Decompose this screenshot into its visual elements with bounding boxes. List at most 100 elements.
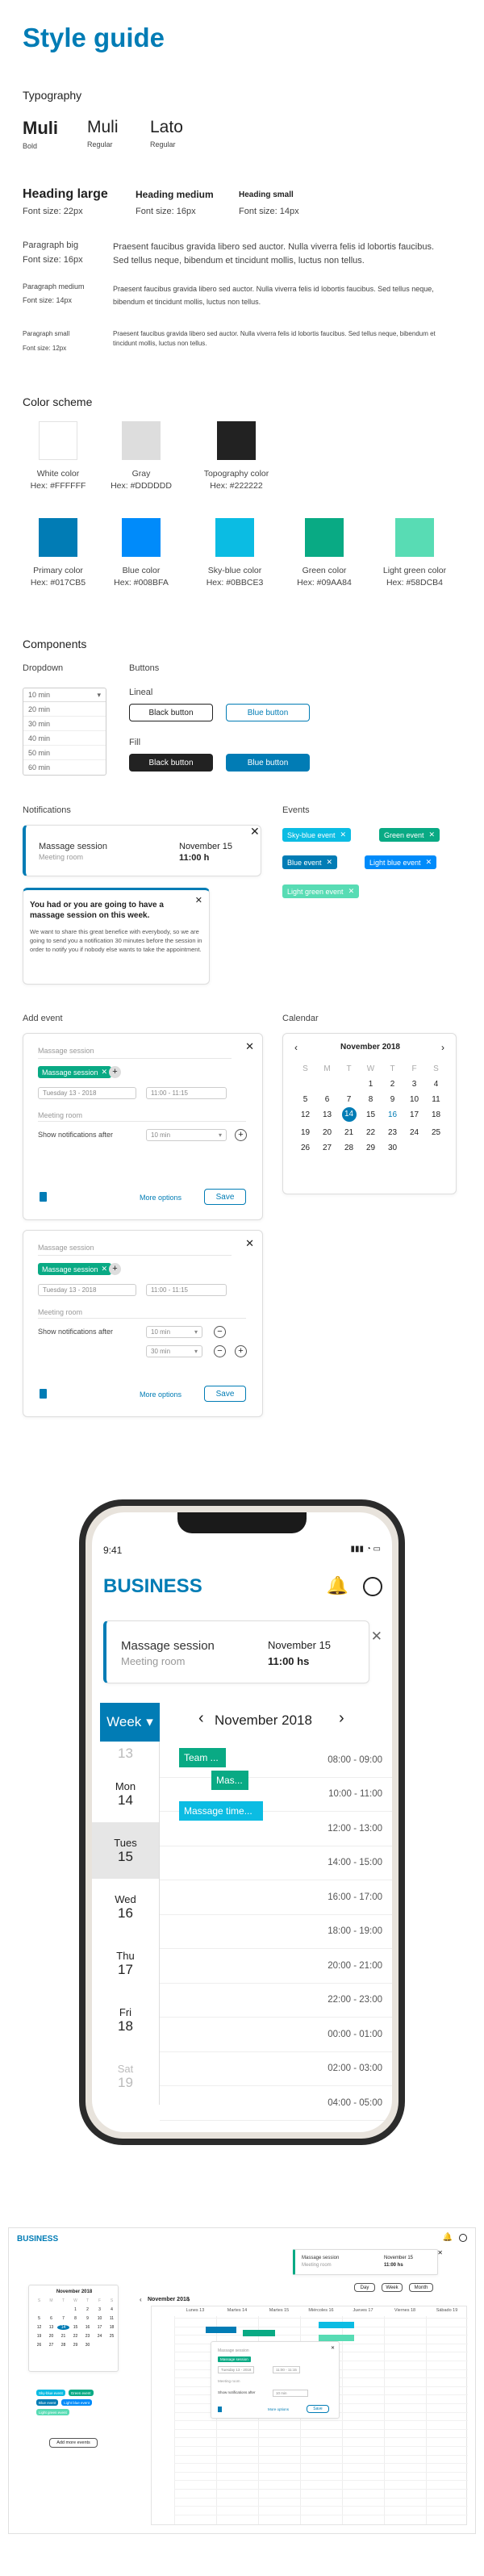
calendar-day[interactable]: 17 bbox=[94, 2325, 106, 2330]
dropdown-option[interactable]: 20 min bbox=[23, 702, 106, 717]
chevron-left-icon[interactable]: ‹ bbox=[140, 2296, 142, 2303]
calendar-day[interactable]: 13 bbox=[45, 2325, 57, 2330]
time-slot[interactable]: 14:00 - 15:00 bbox=[160, 1846, 392, 1880]
phone-event[interactable]: Team ... bbox=[179, 1748, 226, 1767]
save-button[interactable]: Save bbox=[204, 1189, 246, 1205]
calendar-day[interactable]: 23 bbox=[81, 2334, 94, 2339]
time-slot[interactable]: 04:00 - 05:00 bbox=[160, 2086, 392, 2121]
trash-icon[interactable] bbox=[40, 1192, 47, 1202]
calendar-day[interactable]: 7 bbox=[57, 2316, 69, 2321]
desktop-event[interactable] bbox=[319, 2322, 354, 2328]
phone-day[interactable]: Fri 18 bbox=[92, 1992, 160, 2048]
close-icon[interactable]: ✕ bbox=[348, 887, 355, 896]
calendar-day[interactable]: 16 bbox=[382, 1110, 403, 1122]
remove-notification-icon[interactable]: − bbox=[214, 1326, 226, 1338]
close-icon[interactable]: ✕ bbox=[331, 2345, 335, 2351]
calendar-day[interactable]: 3 bbox=[94, 2307, 106, 2312]
chevron-left-icon[interactable]: ‹ bbox=[198, 1709, 204, 1728]
close-icon[interactable]: ✕ bbox=[102, 1068, 108, 1077]
calendar-day[interactable]: 12 bbox=[33, 2325, 45, 2330]
save-button[interactable]: Save bbox=[307, 2405, 329, 2413]
calendar-day[interactable]: 17 bbox=[403, 1110, 425, 1122]
close-icon[interactable]: ✕ bbox=[327, 858, 333, 867]
event-tag[interactable]: Green event bbox=[68, 2390, 94, 2396]
time-slot[interactable]: 18:00 - 19:00 bbox=[160, 1915, 392, 1949]
dropdown-selected[interactable]: 10 min ▾ bbox=[23, 688, 106, 702]
more-options-link[interactable]: More options bbox=[140, 1194, 182, 1202]
view-week-button[interactable]: Week bbox=[382, 2283, 403, 2292]
calendar-day[interactable]: 14 bbox=[57, 2325, 69, 2330]
calendar-day[interactable]: 30 bbox=[382, 1144, 403, 1152]
black-button-fill[interactable]: Black button bbox=[129, 754, 213, 772]
calendar-day[interactable]: 19 bbox=[294, 1128, 316, 1137]
calendar-day[interactable]: 8 bbox=[360, 1095, 382, 1104]
event-tag-green[interactable]: Green event ✕ bbox=[379, 828, 440, 842]
time-field[interactable]: 11:00 - 11:15 bbox=[273, 2366, 300, 2373]
add-icon[interactable]: + bbox=[109, 1263, 121, 1275]
dropdown-option[interactable]: 30 min bbox=[23, 717, 106, 731]
blue-button-lineal[interactable]: Blue button bbox=[226, 704, 310, 721]
event-tag[interactable]: Light blue event bbox=[61, 2399, 93, 2406]
phone-event[interactable]: Mas... bbox=[211, 1771, 248, 1790]
trash-icon[interactable] bbox=[40, 1389, 47, 1399]
calendar-day[interactable]: 6 bbox=[45, 2316, 57, 2321]
close-icon[interactable]: ✕ bbox=[371, 1629, 382, 1645]
bell-icon[interactable]: 🔔 bbox=[443, 2233, 453, 2242]
calendar-day[interactable]: 5 bbox=[294, 1095, 316, 1104]
calendar-day[interactable]: 8 bbox=[69, 2316, 81, 2321]
event-type-chip[interactable]: Massage session ✕ bbox=[38, 1066, 112, 1078]
remove-notification-icon[interactable]: − bbox=[214, 1345, 226, 1357]
calendar-day[interactable]: 28 bbox=[338, 1144, 360, 1152]
calendar-day[interactable]: 29 bbox=[360, 1144, 382, 1152]
save-button[interactable]: Save bbox=[204, 1386, 246, 1402]
phone-day[interactable]: Sat 19 bbox=[92, 2048, 160, 2105]
calendar-day[interactable]: 22 bbox=[360, 1128, 382, 1137]
event-title-input[interactable]: Massage session bbox=[38, 1047, 94, 1055]
calendar-day[interactable]: 9 bbox=[81, 2316, 94, 2321]
date-field[interactable]: Tuesday 13 - 2018 bbox=[38, 1087, 136, 1099]
time-field[interactable]: 11:00 - 11:15 bbox=[146, 1087, 227, 1099]
phone-event[interactable]: Massage time... bbox=[179, 1801, 263, 1821]
view-month-button[interactable]: Month bbox=[409, 2283, 433, 2292]
more-options-link[interactable]: More options bbox=[140, 1390, 182, 1399]
calendar-day[interactable]: 1 bbox=[69, 2307, 81, 2312]
calendar-day[interactable]: 11 bbox=[425, 1095, 447, 1104]
add-notification-icon[interactable]: + bbox=[235, 1345, 247, 1357]
calendar-day[interactable]: 24 bbox=[403, 1128, 425, 1137]
close-icon[interactable]: ✕ bbox=[250, 825, 260, 838]
calendar-day[interactable]: 10 bbox=[403, 1095, 425, 1104]
calendar-day[interactable]: 2 bbox=[382, 1080, 403, 1089]
event-tag-light-blue[interactable]: Light blue event ✕ bbox=[365, 855, 437, 869]
calendar-day[interactable]: 1 bbox=[360, 1080, 382, 1089]
calendar-day[interactable]: 16 bbox=[81, 2325, 94, 2330]
desktop-event[interactable] bbox=[319, 2335, 354, 2341]
calendar-day[interactable]: 29 bbox=[69, 2343, 81, 2348]
calendar-day[interactable]: 26 bbox=[294, 1144, 316, 1152]
calendar-day[interactable]: 27 bbox=[45, 2343, 57, 2348]
time-slot[interactable]: 02:00 - 03:00 bbox=[160, 2052, 392, 2086]
close-icon[interactable]: ✕ bbox=[437, 2249, 443, 2256]
add-icon[interactable]: + bbox=[109, 1066, 121, 1078]
calendar-day[interactable]: 30 bbox=[81, 2343, 94, 2348]
time-field[interactable]: 11:00 - 11:15 bbox=[146, 1284, 227, 1296]
user-icon[interactable] bbox=[459, 2234, 467, 2242]
desktop-event[interactable] bbox=[243, 2330, 275, 2336]
phone-day[interactable]: 13 bbox=[92, 1742, 160, 1766]
time-slot[interactable]: 20:00 - 21:00 bbox=[160, 1949, 392, 1984]
calendar-day[interactable]: 21 bbox=[57, 2334, 69, 2339]
calendar-day[interactable]: 4 bbox=[425, 1080, 447, 1089]
calendar-day[interactable]: 2 bbox=[81, 2307, 94, 2312]
calendar-day[interactable]: 6 bbox=[316, 1095, 338, 1104]
close-icon[interactable]: ✕ bbox=[102, 1265, 108, 1273]
close-icon[interactable]: ✕ bbox=[245, 1237, 254, 1250]
dropdown-option[interactable]: 40 min bbox=[23, 731, 106, 746]
close-icon[interactable]: ✕ bbox=[245, 1040, 254, 1053]
time-slot[interactable]: 22:00 - 23:00 bbox=[160, 1984, 392, 2018]
calendar-day[interactable]: 15 bbox=[360, 1110, 382, 1122]
phone-day[interactable]: Wed 16 bbox=[92, 1879, 160, 1935]
calendar-day[interactable]: 18 bbox=[106, 2325, 118, 2330]
dropdown-option[interactable]: 50 min bbox=[23, 746, 106, 760]
calendar-day[interactable]: 10 bbox=[94, 2316, 106, 2321]
calendar-day[interactable]: 25 bbox=[425, 1128, 447, 1137]
calendar-day[interactable]: 9 bbox=[382, 1095, 403, 1104]
